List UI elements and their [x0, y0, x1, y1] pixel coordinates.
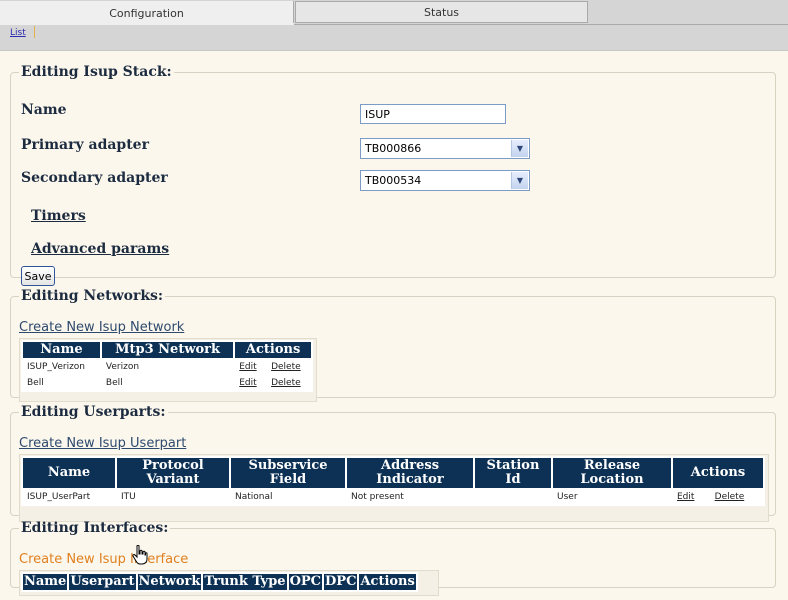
delete-link[interactable]: Delete: [715, 492, 745, 502]
cell-name: ISUP_Verizon: [21, 358, 102, 376]
save-button[interactable]: Save: [21, 266, 55, 286]
chevron-down-icon[interactable]: ▼: [511, 172, 528, 189]
userparts-table: Name Protocol Variant Subservice Field A…: [21, 456, 766, 506]
column-header: Address Indicator: [345, 456, 475, 490]
tab-status[interactable]: Status: [295, 1, 588, 23]
table-header-row: Name Protocol Variant Subservice Field A…: [21, 456, 765, 490]
column-header: Userpart: [67, 572, 138, 592]
primary-adapter-label: Primary adapter: [21, 137, 149, 153]
name-label: Name: [21, 102, 67, 118]
table-row: ISUP_Verizon Verizon Edit Delete: [21, 358, 313, 376]
column-header: Mtp3 Network: [99, 340, 236, 360]
table-row: ISUP_UserPart ITU National Not present U…: [21, 488, 766, 506]
delete-link[interactable]: Delete: [271, 362, 301, 372]
table-header-row: Name Userpart Network Trunk Type OPC DPC…: [20, 572, 418, 592]
primary-adapter-select[interactable]: TB000866 ▼: [360, 138, 530, 159]
name-input[interactable]: ISUP: [360, 104, 506, 124]
edit-link[interactable]: Edit: [677, 492, 694, 502]
cell-release-location: User: [551, 488, 673, 506]
interfaces-table: Name Userpart Network Trunk Type OPC DPC…: [20, 572, 418, 592]
userparts-title: Editing Userparts:: [21, 404, 166, 420]
userparts-panel: Editing Userparts: Create New Isup Userp…: [10, 404, 776, 522]
create-userpart-link[interactable]: Create New Isup Userpart: [19, 436, 186, 451]
secondary-adapter-value: TB000534: [365, 174, 422, 187]
cell-delete: Delete: [265, 358, 313, 376]
create-network-link[interactable]: Create New Isup Network: [19, 320, 184, 335]
column-header: Protocol Variant: [115, 456, 231, 490]
column-header: DPC: [322, 572, 360, 592]
networks-table: Name Mtp3 Network Actions ISUP_Verizon V…: [21, 340, 313, 392]
edit-link[interactable]: Edit: [239, 378, 256, 388]
column-header: Name: [21, 456, 117, 490]
cell-delete: Delete: [265, 374, 313, 392]
isup-stack-title: Editing Isup Stack:: [21, 64, 172, 80]
column-header: Name: [20, 572, 70, 592]
cell-protocol-variant: ITU: [115, 488, 231, 506]
cell-mtp3: Verizon: [99, 358, 236, 376]
delete-link[interactable]: Delete: [271, 378, 301, 388]
column-header: Subservice Field: [229, 456, 347, 490]
secondary-adapter-label: Secondary adapter: [21, 170, 168, 186]
secondary-adapter-select[interactable]: TB000534 ▼: [360, 170, 530, 191]
column-header: OPC: [286, 572, 325, 592]
cell-name: Bell: [21, 374, 102, 392]
interfaces-title: Editing Interfaces:: [21, 520, 169, 536]
cell-subservice-field: National: [229, 488, 347, 506]
chevron-down-icon[interactable]: ▼: [511, 140, 528, 157]
column-header: Actions: [233, 340, 313, 360]
cell-edit: Edit: [671, 488, 711, 506]
column-header: Name: [21, 340, 102, 360]
networks-title: Editing Networks:: [21, 288, 164, 304]
table-header-row: Name Mtp3 Network Actions: [21, 340, 313, 360]
cell-station-id: [473, 488, 553, 506]
tab-active-connector: [0, 23, 294, 25]
primary-adapter-value: TB000866: [365, 142, 422, 155]
edit-link[interactable]: Edit: [239, 362, 256, 372]
advanced-params-link[interactable]: Advanced params: [31, 241, 169, 257]
interfaces-panel: Editing Interfaces: Create New Isup Inte…: [10, 520, 776, 596]
table-row: Bell Bell Edit Delete: [21, 374, 313, 392]
networks-panel: Editing Networks: Create New Isup Networ…: [10, 288, 776, 402]
column-header: Trunk Type: [201, 572, 289, 592]
cell-edit: Edit: [233, 374, 268, 392]
create-interface-link[interactable]: Create New Isup Interface: [19, 552, 188, 567]
cell-address-indicator: Not present: [345, 488, 475, 506]
column-header: Network: [135, 572, 204, 592]
cell-mtp3: Bell: [99, 374, 236, 392]
timers-link[interactable]: Timers: [31, 208, 86, 224]
breadcrumb-list-link[interactable]: List: [10, 28, 26, 38]
top-navigation-bar: Status Configuration List: [0, 0, 788, 51]
column-header: Actions: [357, 572, 418, 592]
isup-stack-panel: Editing Isup Stack: Name ISUP Primary ad…: [10, 64, 776, 286]
cell-edit: Edit: [233, 358, 268, 376]
breadcrumb-separator: [34, 26, 35, 38]
column-header: Release Location: [551, 456, 673, 490]
cell-name: ISUP_UserPart: [21, 488, 117, 506]
hand-cursor-icon: [132, 545, 148, 565]
column-header: Actions: [671, 456, 765, 490]
cell-delete: Delete: [708, 488, 766, 506]
tab-configuration[interactable]: Configuration: [0, 1, 294, 25]
column-header: Station Id: [473, 456, 553, 490]
